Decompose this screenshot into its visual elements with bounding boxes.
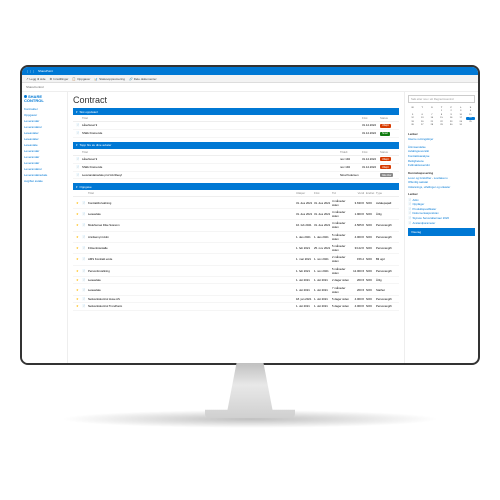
ribbon-item[interactable]: ⚙Innstillinger bbox=[50, 77, 69, 81]
link-item[interactable]: Utdannings, utfellinger og utleieler bbox=[408, 185, 475, 190]
ribbon-icon: 📋 bbox=[72, 77, 76, 81]
link-section: ÅrinnsendelseAvtalingsoversiktKontraktsa… bbox=[408, 145, 475, 168]
section-title: Lenker bbox=[408, 192, 475, 196]
panel-recent: ▾Sist oppdatert TittelFristStatus 📄Låseh… bbox=[73, 108, 399, 138]
ribbon-icon: ⚙ bbox=[50, 77, 53, 81]
calendar-day[interactable]: 30 bbox=[447, 124, 456, 127]
ribbon-label: Statusoppsumering bbox=[99, 77, 125, 81]
link-item[interactable]: Fullmaktsoversikt bbox=[408, 163, 475, 168]
status-badge: Utløpt bbox=[380, 124, 391, 128]
calendar-day[interactable] bbox=[418, 127, 427, 128]
table-row[interactable]: 📄Shikk Framendenov 19431.12.2022Utløpt bbox=[73, 164, 399, 172]
status-badge: Snart bbox=[380, 132, 390, 136]
app-name: SharePoint bbox=[38, 69, 53, 73]
ribbon-item[interactable]: 🔗Dele dokumenter bbox=[129, 77, 157, 81]
panel-top: ▾Topp fire av dine avtaler TittelTildelt… bbox=[73, 142, 399, 180]
panel-header[interactable]: ▾Sist oppdatert bbox=[73, 108, 399, 115]
link-item[interactable]: 📄Avstandparameter bbox=[408, 220, 475, 225]
table-row[interactable]: ★📄Nettverkskontrol Huse AS18. jan 20211.… bbox=[73, 296, 399, 303]
table-row[interactable]: ★📄Nettverkskontrol Trondheim1. okt 20211… bbox=[73, 303, 399, 310]
table-row[interactable]: ★📄Leieavtale1. okt 20211. okt 20217 måne… bbox=[73, 284, 399, 295]
footer-button[interactable]: Viserag bbox=[408, 228, 475, 236]
main-content: Contract ▾Sist oppdatert TittelFristStat… bbox=[68, 92, 404, 363]
link-icon: 📄 bbox=[408, 221, 411, 225]
panel-header[interactable]: ▾Oppgave bbox=[73, 183, 399, 190]
calendar-day[interactable] bbox=[466, 124, 475, 127]
ribbon-label: Oppgaver bbox=[77, 77, 90, 81]
calendar-day[interactable]: 11 bbox=[466, 113, 475, 116]
table-row[interactable]: 📄Leverandøravtale prof AA lilleoylNina P… bbox=[73, 172, 399, 180]
calendar-day[interactable] bbox=[408, 127, 417, 128]
panel-header[interactable]: ▾Topp fire av dine avtaler bbox=[73, 142, 399, 149]
ribbon-item[interactable]: 📊Statusoppsumering bbox=[94, 77, 125, 81]
ribbon-icon: 📊 bbox=[94, 77, 98, 81]
table-row[interactable]: 📄Låsehuset 9nov 19431.12.2022Utløpt bbox=[73, 156, 399, 164]
table-row[interactable]: ★📄Annikemynt Adm1. des 20211. des 20215 … bbox=[73, 232, 399, 243]
breadcrumb[interactable]: ShareControl bbox=[22, 83, 478, 92]
link-section: LenkerInterne retningslinjer bbox=[408, 132, 475, 142]
search-input[interactable]: Søk etter noe i ett Regnetrosentrol bbox=[408, 95, 475, 103]
section-title: Kunnskapssering bbox=[408, 171, 475, 175]
link-icon: 📄 bbox=[408, 198, 411, 202]
menu-icon[interactable]: ⋮⋮⋮ bbox=[26, 69, 35, 73]
table-row[interactable]: ★📄Fritsentravstalle1. feb 202125. nov 20… bbox=[73, 243, 399, 254]
calendar[interactable]: MTOTFLS123456789101112131415161718192021… bbox=[408, 106, 475, 128]
link-section: Lenker📄Arkiv📄Oppføger📄Produktspesifikate… bbox=[408, 192, 475, 225]
ribbon-label: Innstillinger bbox=[53, 77, 68, 81]
link-icon: 📄 bbox=[408, 216, 411, 220]
calendar-day[interactable] bbox=[427, 127, 436, 128]
table-row[interactable]: ★📄Kontraktforvaltning31. des 202131. des… bbox=[73, 197, 399, 208]
link-section: KunnskapsseringLover og forskrifter - Lo… bbox=[408, 171, 475, 190]
ribbon-label: Dele dokumenter bbox=[134, 77, 157, 81]
section-title: Lenker bbox=[408, 132, 475, 136]
ribbon-label: Legg til side bbox=[30, 77, 46, 81]
link-icon: 📄 bbox=[408, 202, 411, 206]
status-badge: Utløpt bbox=[380, 165, 391, 169]
link-icon: 📄 bbox=[408, 211, 411, 215]
logo: SHARE CONTROL bbox=[24, 95, 65, 103]
ribbon-item[interactable]: ↗Legg til side bbox=[26, 77, 46, 81]
status-badge: Utløpt bbox=[380, 157, 391, 161]
ribbon-icon: 🔗 bbox=[129, 77, 133, 81]
titlebar: ⋮⋮⋮ SharePoint bbox=[22, 67, 478, 75]
page-title: Contract bbox=[73, 95, 399, 105]
panel-tasks: ▾Oppgave TittelUtløperFristTidVerdiEndre… bbox=[73, 183, 399, 310]
sidebar: SHARE CONTROL KontrakterOppgaverLeverand… bbox=[22, 92, 68, 363]
calendar-day[interactable]: 31 bbox=[456, 124, 465, 127]
ribbon: ↗Legg til side⚙Innstillinger📋Oppgaver📊St… bbox=[22, 75, 478, 83]
link-icon: 📄 bbox=[408, 207, 411, 211]
table-row[interactable]: ★📄AMS Kontrakt ende1. mar 20211. nov 202… bbox=[73, 254, 399, 265]
table-row[interactable]: 📄Låsehuset 931.12.2022Utløpt bbox=[73, 122, 399, 130]
table-row[interactable]: ★📄Leieavtale31. des 202131. des 20214 må… bbox=[73, 209, 399, 220]
table-row[interactable]: ★📄Leieavtale1. okt 20211. okt 20212 dage… bbox=[73, 277, 399, 284]
link-item[interactable]: Interne retningslinjer bbox=[408, 137, 475, 142]
table-row[interactable]: ★📄Mulehusvei Dike Svanom16. feb 202131. … bbox=[73, 220, 399, 231]
ribbon-item[interactable]: 📋Oppgaver bbox=[72, 77, 90, 81]
ribbon-icon: ↗ bbox=[26, 77, 29, 81]
table-row[interactable]: 📄Shikk Framende31.12.2022Snart bbox=[73, 130, 399, 138]
calendar-day[interactable]: 29 bbox=[437, 124, 446, 127]
status-badge: Ikke klar bbox=[380, 173, 393, 177]
table-row[interactable]: ★📄Personforvaltning1. feb 20211. nov 202… bbox=[73, 266, 399, 277]
right-column: Søk etter noe i ett Regnetrosentrol MTOT… bbox=[404, 92, 478, 363]
sidebar-item[interactable]: Avgiftet avtale bbox=[24, 178, 65, 184]
